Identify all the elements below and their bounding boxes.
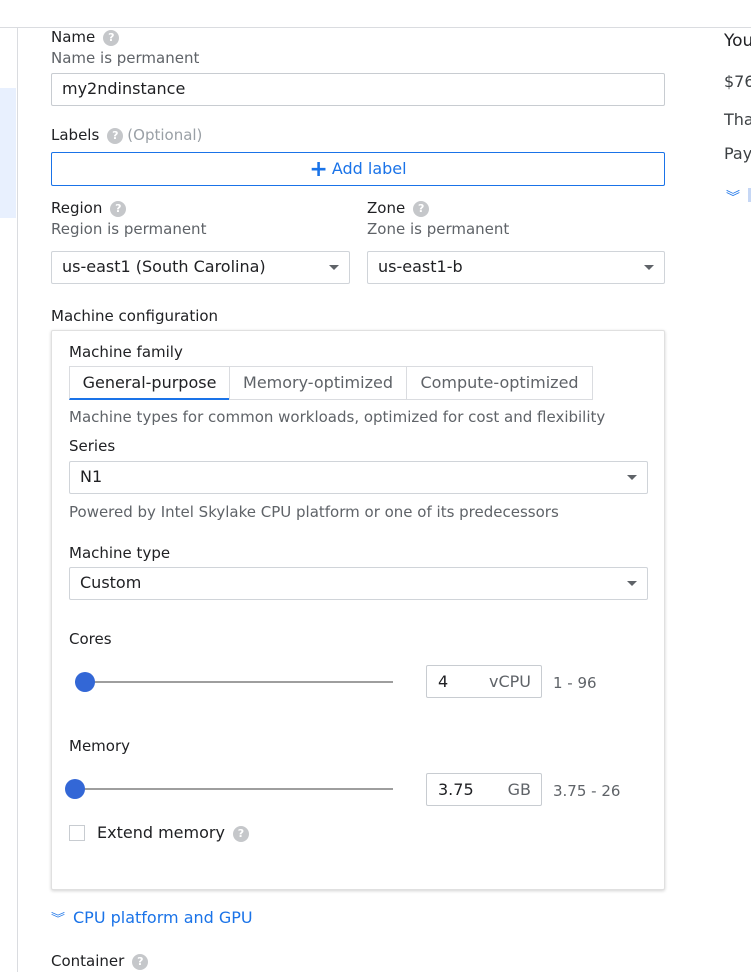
- extend-memory-checkbox[interactable]: [69, 825, 85, 841]
- machine-type-select[interactable]: Custom: [69, 567, 648, 600]
- help-icon[interactable]: ?: [413, 200, 430, 217]
- cores-input[interactable]: 4 vCPU: [426, 665, 542, 698]
- zone-select[interactable]: us-east1-b: [367, 251, 665, 284]
- plus-icon: +: [309, 157, 328, 182]
- region-hint: Region is permanent: [51, 220, 207, 238]
- labels-label: Labels? (Optional): [51, 126, 203, 144]
- region-label: Region?: [51, 199, 127, 217]
- chevron-down-icon: [627, 581, 637, 586]
- chevron-down-icon: [627, 475, 637, 480]
- region-select[interactable]: us-east1 (South Carolina): [51, 251, 350, 284]
- optional-text: (Optional): [127, 126, 203, 144]
- help-icon[interactable]: ?: [107, 127, 124, 144]
- memory-range: 3.75 - 26: [553, 782, 621, 800]
- name-hint: Name is permanent: [51, 49, 200, 67]
- help-icon[interactable]: ?: [232, 825, 249, 842]
- cores-slider-thumb[interactable]: [74, 672, 95, 692]
- add-label-button[interactable]: + Add label: [51, 152, 665, 186]
- chevron-down-icon: [329, 265, 339, 270]
- series-label: Series: [69, 437, 116, 455]
- right-panel-text-2: Pay: [724, 144, 751, 163]
- series-select[interactable]: N1: [69, 461, 648, 494]
- zone-hint: Zone is permanent: [367, 220, 510, 238]
- memory-slider-track[interactable]: [75, 788, 393, 790]
- right-panel-price: $76: [724, 72, 751, 91]
- machine-type-label: Machine type: [69, 544, 171, 562]
- left-nav-selected-item[interactable]: [0, 88, 16, 218]
- extend-memory-label: Extend memory?: [97, 824, 249, 842]
- help-icon[interactable]: ?: [132, 953, 149, 970]
- cores-label: Cores: [69, 630, 112, 648]
- machine-family-label: Machine family: [69, 343, 183, 361]
- machine-config-title: Machine configuration: [51, 307, 219, 325]
- tab-general-purpose[interactable]: General-purpose: [69, 366, 230, 400]
- cpu-platform-gpu-link[interactable]: ︾ CPU platform and GPU: [51, 907, 253, 930]
- right-panel-heading: You: [724, 31, 751, 51]
- series-description: Powered by Intel Skylake CPU platform or…: [69, 503, 559, 521]
- help-icon[interactable]: ?: [110, 200, 127, 217]
- memory-slider-thumb[interactable]: [65, 779, 85, 799]
- zone-label: Zone?: [367, 199, 430, 217]
- machine-family-description: Machine types for common workloads, opti…: [69, 408, 606, 426]
- double-chevron-down-icon[interactable]: ︾: [726, 187, 740, 207]
- top-bar: [0, 0, 751, 28]
- memory-label: Memory: [69, 737, 131, 755]
- double-chevron-down-icon: ︾: [51, 911, 65, 927]
- cores-slider-track[interactable]: [75, 681, 393, 683]
- right-panel-text-1: Tha: [724, 110, 751, 129]
- chevron-down-icon: [644, 265, 654, 270]
- name-label: Name?: [51, 28, 120, 46]
- container-label: Container?: [51, 952, 149, 970]
- tab-compute-optimized[interactable]: Compute-optimized: [406, 366, 593, 400]
- tab-memory-optimized[interactable]: Memory-optimized: [229, 366, 407, 400]
- memory-input[interactable]: 3.75 GB: [426, 773, 542, 806]
- cores-range: 1 - 96: [553, 674, 597, 692]
- help-icon[interactable]: ?: [103, 29, 120, 46]
- name-input[interactable]: my2ndinstance: [51, 73, 665, 106]
